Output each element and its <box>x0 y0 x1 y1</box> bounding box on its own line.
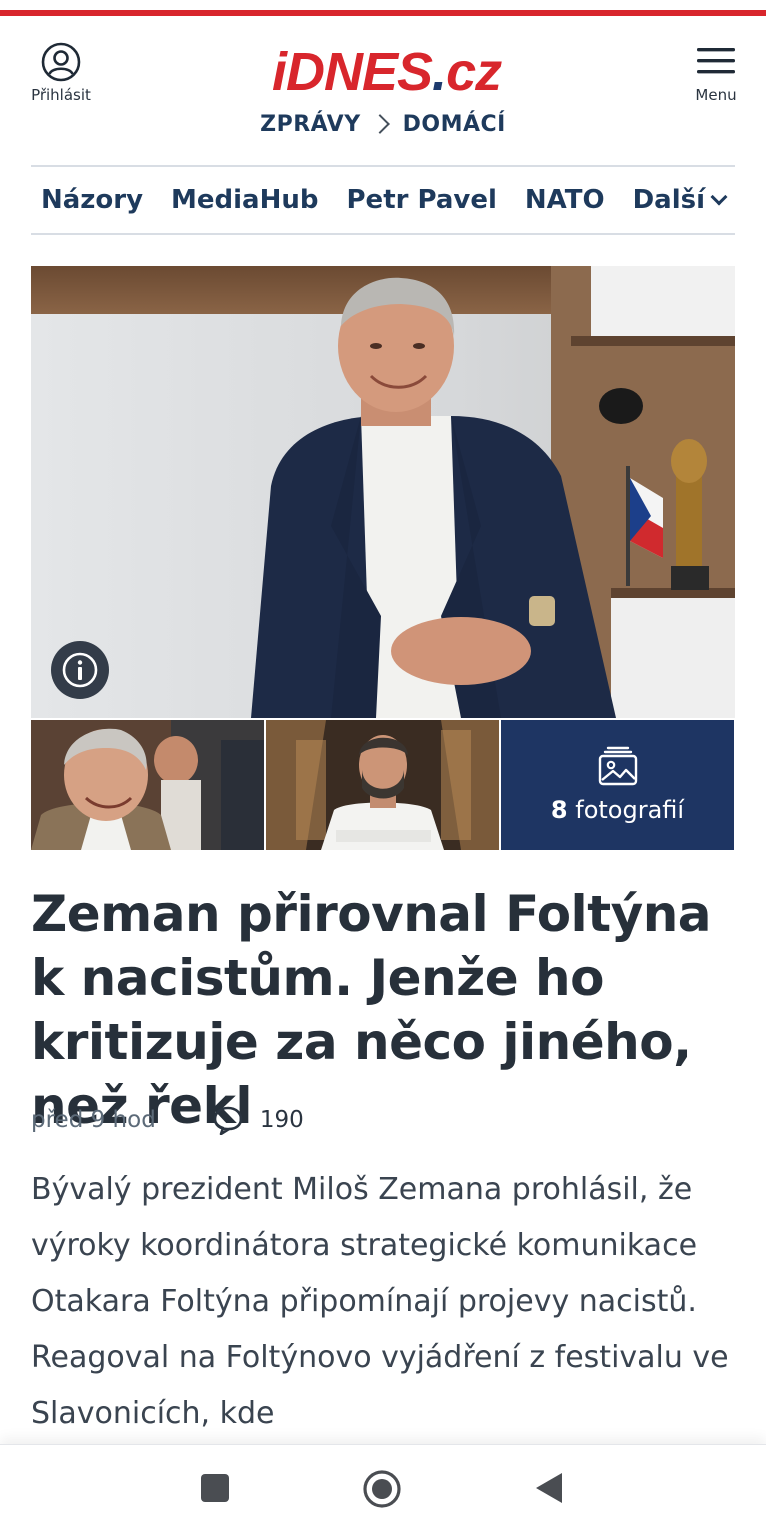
thumbnail-photo <box>266 720 499 850</box>
site-logo[interactable]: iDNES.cz <box>272 42 502 102</box>
gallery-thumbnail-1[interactable] <box>31 720 264 850</box>
recent-apps-button[interactable] <box>200 1473 230 1503</box>
gallery-count-number: 8 <box>550 796 568 824</box>
breadcrumb-item-zpravy[interactable]: ZPRÁVY <box>260 112 361 137</box>
comment-icon <box>213 1106 243 1135</box>
site-header: Přihlásit iDNES.cz Menu ZPRÁVY DOMÁCÍ <box>0 16 766 166</box>
gallery-count-label: fotografií <box>575 796 685 824</box>
nav-more-label: Další <box>632 185 706 215</box>
nav-item-mediahub[interactable]: MediaHub <box>171 185 318 215</box>
back-button[interactable] <box>534 1471 564 1505</box>
breadcrumb-item-domaci[interactable]: DOMÁCÍ <box>403 112 506 137</box>
section-nav: Názory MediaHub Petr Pavel NATO Další <box>31 165 735 235</box>
logo-tld: cz <box>446 42 502 102</box>
article-time: před 9 hod <box>31 1107 156 1133</box>
user-icon <box>41 42 81 82</box>
menu-label: Menu <box>695 86 737 104</box>
gallery-thumbnail-2[interactable] <box>266 720 499 850</box>
nav-more-button[interactable]: Další <box>632 185 728 215</box>
hero-photo <box>31 266 735 718</box>
info-icon <box>62 652 98 688</box>
breadcrumb: ZPRÁVY DOMÁCÍ <box>0 112 766 137</box>
login-button[interactable]: Přihlásit <box>24 42 98 104</box>
hamburger-icon <box>697 48 735 74</box>
menu-button[interactable]: Menu <box>686 46 746 104</box>
hero-image[interactable] <box>31 266 735 718</box>
login-label: Přihlásit <box>31 86 91 104</box>
comments-link[interactable]: 190 <box>212 1105 304 1135</box>
article-meta: před 9 hod 190 <box>31 1100 304 1140</box>
chevron-down-icon <box>710 188 728 206</box>
nav-item-petr-pavel[interactable]: Petr Pavel <box>347 185 497 215</box>
article-perex: Bývalý prezident Miloš Zemana prohlásil,… <box>31 1172 729 1431</box>
system-navigation-bar <box>0 1444 766 1536</box>
nav-item-nato[interactable]: NATO <box>525 185 605 215</box>
nav-item-nazory[interactable]: Názory <box>41 185 143 215</box>
comments-count: 190 <box>259 1107 304 1133</box>
logo-dot: . <box>432 42 447 102</box>
photo-info-button[interactable] <box>51 641 109 699</box>
gallery-count: 8 fotografií <box>551 796 684 824</box>
gallery-more-tile[interactable]: 8 fotografií <box>501 720 734 850</box>
gallery-icon <box>598 746 637 786</box>
logo-main: iDNES <box>272 42 433 102</box>
home-button[interactable] <box>362 1469 402 1509</box>
gallery-thumbnails: 8 fotografií <box>31 720 735 850</box>
thumbnail-photo <box>31 720 264 850</box>
chevron-right-icon <box>369 114 390 134</box>
